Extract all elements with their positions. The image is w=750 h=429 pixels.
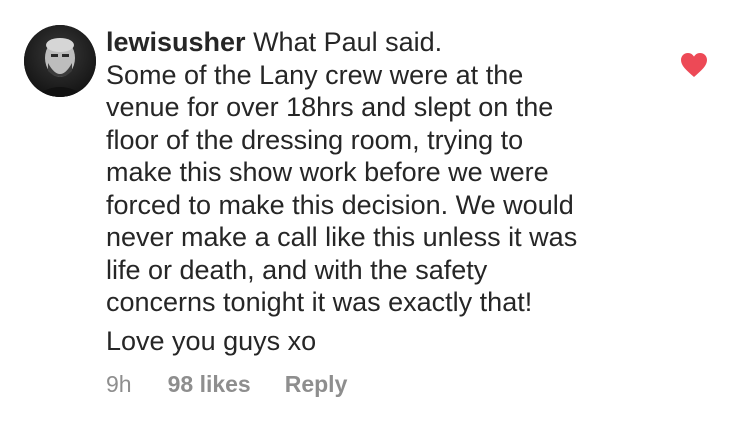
comment: lewisusher What Paul said. Some of the L…	[0, 0, 750, 429]
comment-first-line: lewisusher What Paul said.	[106, 26, 646, 59]
comment-opening-text: What Paul said.	[253, 27, 443, 57]
avatar[interactable]	[24, 25, 96, 97]
timestamp: 9h	[106, 371, 132, 397]
comment-meta: 9h 98 likes Reply	[106, 371, 347, 398]
username-link[interactable]: lewisusher	[106, 27, 246, 57]
avatar-photo	[24, 25, 96, 97]
reply-button[interactable]: Reply	[285, 371, 348, 398]
heart-icon	[681, 53, 707, 77]
comment-body: lewisusher What Paul said. Some of the L…	[106, 26, 646, 357]
comment-paragraph: Some of the Lany crew were at the venue …	[106, 59, 578, 318]
like-button[interactable]	[680, 52, 708, 78]
likes-count-link[interactable]: 98 likes	[168, 371, 251, 398]
comment-signoff: Love you guys xo	[106, 325, 317, 356]
